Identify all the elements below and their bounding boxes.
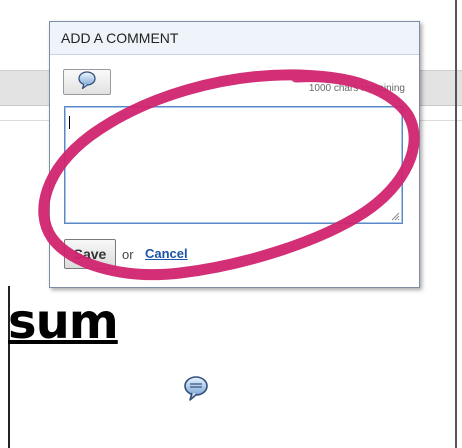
- cancel-link[interactable]: Cancel: [145, 246, 188, 261]
- page-heading-fragment: sum: [8, 294, 119, 350]
- resize-grip-icon[interactable]: [391, 212, 400, 221]
- comment-bubble-icon: [76, 70, 98, 95]
- page-right-border: [455, 0, 457, 448]
- page-top: [0, 0, 462, 15]
- add-comment-dialog: ADD A COMMENT 1000 chars remaining Save …: [49, 21, 420, 288]
- text-cursor: [69, 116, 70, 129]
- comment-textarea[interactable]: [64, 106, 403, 224]
- insert-comment-icon-button[interactable]: [63, 69, 111, 95]
- chars-remaining-counter: 1000 chars remaining: [308, 83, 405, 94]
- or-separator: or: [122, 247, 134, 262]
- save-button[interactable]: Save: [64, 239, 116, 269]
- comment-bubble-icon[interactable]: [181, 373, 211, 403]
- dialog-title: ADD A COMMENT: [50, 22, 419, 55]
